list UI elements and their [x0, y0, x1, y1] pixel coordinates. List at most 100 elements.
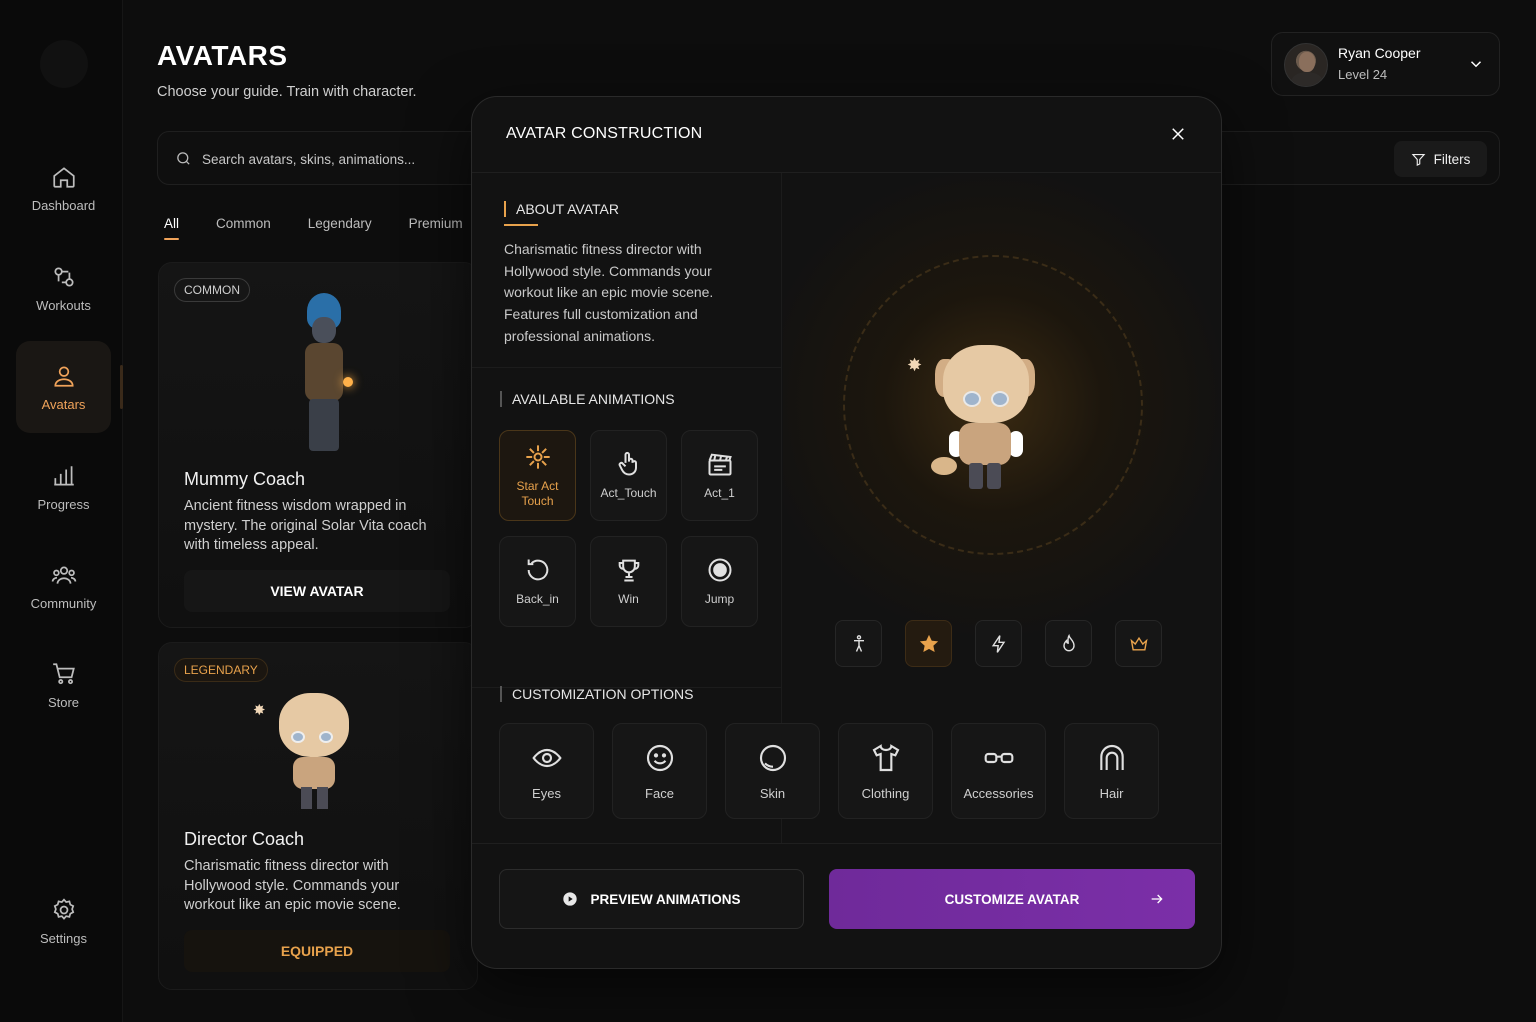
customization-label-text: Face — [645, 785, 674, 801]
logo — [40, 40, 88, 88]
animation-label: Jump — [704, 592, 735, 606]
page-title: AVATARS — [157, 40, 288, 71]
user-icon — [53, 365, 74, 387]
pose-flame-button[interactable] — [1045, 620, 1092, 667]
animations-grid: Star Act Touch Act_Touch Act_1 Back_in W… — [499, 430, 758, 627]
sparkle-icon — [525, 444, 550, 469]
animation-back-in[interactable]: Back_in — [499, 536, 576, 627]
tab-common[interactable]: Common — [216, 216, 271, 231]
animation-label: Win — [618, 592, 639, 606]
pose-bolt-button[interactable] — [975, 620, 1022, 667]
user-name: Ryan Cooper — [1338, 45, 1421, 61]
hair-icon — [1099, 744, 1124, 770]
animation-jump[interactable]: Jump — [681, 536, 758, 627]
pose-star-button[interactable] — [905, 620, 952, 667]
customize-avatar-button[interactable]: CUSTOMIZE AVATAR — [829, 869, 1195, 929]
chevron-down-icon[interactable] — [1467, 55, 1485, 73]
tab-all[interactable]: All — [164, 216, 180, 240]
customization-label-text: Hair — [1099, 785, 1124, 801]
avatar-card-mummy: COMMON Mummy Coach Ancient fitness wisdo… — [158, 262, 478, 628]
about-text: Charismatic fitness director with Hollyw… — [504, 241, 714, 344]
animation-star-act-touch[interactable]: Star Act Touch — [499, 430, 576, 521]
hand-pointer-icon — [618, 452, 637, 476]
workouts-icon — [53, 266, 74, 287]
sidebar-item-progress[interactable]: Progress — [16, 441, 111, 533]
sidebar-item-store[interactable]: Store — [16, 639, 111, 731]
filters-label: Filters — [1433, 151, 1471, 167]
card-description: Charismatic fitness director with Hollyw… — [184, 858, 401, 913]
pose-selector — [835, 620, 1162, 667]
animation-win[interactable]: Win — [590, 536, 667, 627]
play-icon — [563, 892, 578, 906]
animation-act-1[interactable]: Act_1 — [681, 430, 758, 521]
customize-skin[interactable]: Skin — [725, 723, 820, 819]
shirt-icon — [872, 743, 899, 771]
customize-clothing[interactable]: Clothing — [838, 723, 933, 819]
user-menu[interactable]: Ryan Cooper Level 24 — [1271, 32, 1500, 96]
search-input[interactable] — [202, 144, 462, 174]
sidebar-item-workouts[interactable]: Workouts — [16, 242, 111, 334]
crown-icon — [1129, 636, 1148, 651]
sidebar: Dashboard Workouts Avatars Progress Comm… — [0, 0, 123, 1022]
arrow-right-icon — [1151, 894, 1163, 904]
about-label: ABOUT AVATAR — [504, 201, 619, 217]
customization-options: Eyes Face Skin Clothing Accessories Hair — [499, 723, 1159, 819]
modal-footer: PREVIEW ANIMATIONS CUSTOMIZE AVATAR — [472, 843, 1221, 968]
sidebar-item-label: Progress — [37, 496, 90, 512]
filter-icon — [1411, 153, 1425, 166]
equipped-button[interactable]: EQUIPPED — [184, 930, 450, 972]
close-icon[interactable] — [1169, 125, 1187, 143]
eye-icon — [531, 748, 562, 767]
animations-label: AVAILABLE ANIMATIONS — [500, 391, 675, 407]
sidebar-item-community[interactable]: Community — [16, 540, 111, 632]
users-icon — [51, 566, 76, 584]
animation-label: Back_in — [516, 592, 559, 606]
sidebar-item-avatars[interactable]: Avatars — [16, 341, 111, 433]
filters-button[interactable]: Filters — [1394, 141, 1487, 177]
bolt-icon — [991, 634, 1005, 653]
animation-act-touch[interactable]: Act_Touch — [590, 430, 667, 521]
customize-eyes[interactable]: Eyes — [499, 723, 594, 819]
smile-icon — [646, 744, 673, 771]
card-description: Ancient fitness wisdom wrapped in myster… — [184, 498, 427, 553]
customize-face[interactable]: Face — [612, 723, 707, 819]
trophy-icon — [618, 559, 639, 582]
preview-button-label: PREVIEW ANIMATIONS — [590, 891, 741, 907]
cart-icon — [52, 662, 75, 684]
preview-animations-button[interactable]: PREVIEW ANIMATIONS — [499, 869, 804, 929]
customize-button-label: CUSTOMIZE AVATAR — [944, 891, 1080, 907]
modal-title: AVATAR CONSTRUCTION — [506, 125, 703, 142]
animation-label: Star Act Touch — [516, 478, 559, 508]
sidebar-item-dashboard[interactable]: Dashboard — [16, 142, 111, 234]
clapperboard-icon — [708, 453, 732, 476]
animation-label: Act_Touch — [600, 486, 657, 500]
figure-icon — [853, 634, 864, 652]
customize-accessories[interactable]: Accessories — [951, 723, 1046, 819]
avatar-model[interactable]: ✸ — [907, 345, 1039, 495]
pose-figure-button[interactable] — [835, 620, 882, 667]
sidebar-item-label: Store — [47, 694, 80, 710]
view-avatar-button[interactable]: VIEW AVATAR — [184, 570, 450, 612]
active-indicator — [120, 365, 123, 409]
customization-label: CUSTOMIZATION OPTIONS — [500, 686, 694, 702]
flame-icon — [1062, 633, 1075, 651]
app-root: Dashboard Workouts Avatars Progress Comm… — [0, 0, 1536, 1022]
sidebar-item-label: Settings — [40, 930, 87, 946]
mummy-avatar-image — [287, 293, 357, 453]
animation-label: Act_1 — [704, 486, 735, 500]
rotate-icon — [527, 559, 548, 581]
customization-label-text: Accessories — [963, 785, 1034, 801]
page-subtitle: Choose your guide. Train with character. — [157, 84, 417, 100]
pose-crown-button[interactable] — [1115, 620, 1162, 667]
tab-premium[interactable]: Premium — [409, 216, 463, 231]
about-underline — [504, 224, 538, 226]
glasses-icon — [984, 752, 1013, 763]
card-title: Mummy Coach — [184, 469, 306, 489]
avatar — [1284, 43, 1328, 87]
modal-header: AVATAR CONSTRUCTION — [472, 97, 1221, 173]
customize-hair[interactable]: Hair — [1064, 723, 1159, 819]
user-level: Level 24 — [1338, 67, 1388, 82]
sidebar-item-settings[interactable]: Settings — [16, 875, 111, 967]
tab-legendary[interactable]: Legendary — [308, 216, 372, 231]
star-icon — [919, 634, 938, 652]
